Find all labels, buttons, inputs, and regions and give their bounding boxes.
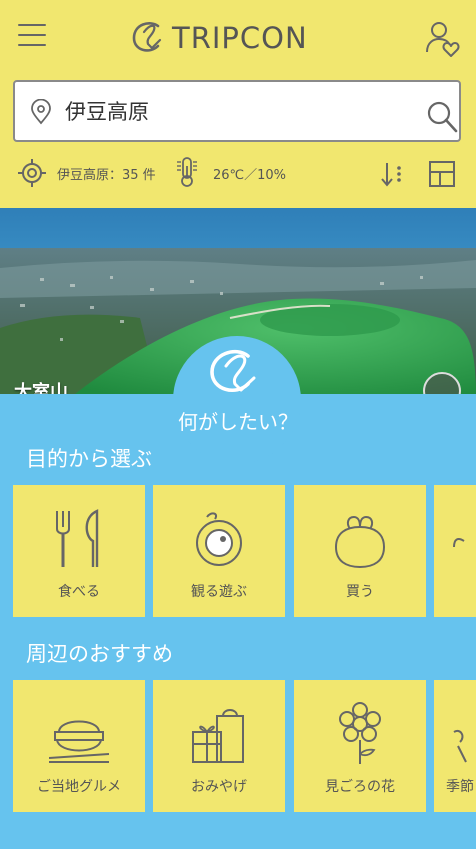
- logo: TRIPCON: [128, 18, 308, 58]
- status-row: 伊豆高原：35 件 26℃／10%: [0, 152, 476, 196]
- current-location-icon[interactable]: [17, 158, 47, 188]
- gift-bag-icon: [192, 709, 244, 763]
- location-pin-icon: [31, 99, 51, 125]
- card-buy[interactable]: 買う: [294, 485, 426, 617]
- card-label: 観る遊ぶ: [191, 584, 247, 600]
- section-title-nearby: 周辺のおすすめ: [26, 642, 173, 666]
- logo-text: TRIPCON: [172, 21, 308, 55]
- location-count: 伊豆高原：35 件: [57, 168, 156, 183]
- card-label: 食べる: [58, 584, 100, 600]
- search-input[interactable]: [65, 94, 395, 128]
- viewfinder-icon: [196, 512, 242, 566]
- partial-card-icon: [453, 730, 467, 763]
- thermometer-icon: [177, 157, 197, 187]
- tripcon-logo-mark-icon: [210, 349, 256, 393]
- search-icon[interactable]: [425, 99, 459, 135]
- partial-card-icon: [453, 538, 465, 548]
- card-label: 季節: [446, 779, 474, 795]
- sort-icon[interactable]: [380, 160, 404, 188]
- menu-icon[interactable]: [18, 24, 46, 48]
- fork-knife-icon: [56, 509, 99, 567]
- card-seasonal[interactable]: 季節: [434, 680, 476, 812]
- tripcon-logo-mark-icon: [132, 22, 162, 52]
- card-flowers[interactable]: 見ごろの花: [294, 680, 426, 812]
- card-souvenir[interactable]: おみやげ: [153, 680, 285, 812]
- card-label: 買う: [346, 584, 374, 600]
- card-more[interactable]: [434, 485, 476, 617]
- nearby-card-row: ご当地グルメ おみやげ 見ごろの花 季節: [13, 680, 476, 812]
- rice-bowl-icon: [49, 720, 109, 763]
- top-bar: TRIPCON: [0, 0, 476, 76]
- flower-icon: [339, 702, 381, 764]
- question-heading: 何がしたい？: [178, 410, 298, 434]
- user-icon[interactable]: [424, 18, 460, 58]
- card-eat[interactable]: 食べる: [13, 485, 145, 617]
- card-label: おみやげ: [191, 779, 247, 795]
- layout-toggle-icon[interactable]: [428, 160, 456, 188]
- card-label: ご当地グルメ: [37, 779, 121, 795]
- card-see-play[interactable]: 観る遊ぶ: [153, 485, 285, 617]
- weather-info: 26℃／10%: [213, 168, 287, 183]
- card-label: 見ごろの花: [325, 779, 395, 795]
- app-screen: TRIPCON 伊豆高原：35 件: [0, 0, 476, 849]
- purpose-card-row: 食べる 観る遊ぶ 買う: [13, 485, 476, 617]
- search-box: [13, 80, 461, 142]
- section-title-purpose: 目的から選ぶ: [26, 447, 152, 471]
- card-local-gourmet[interactable]: ご当地グルメ: [13, 680, 145, 812]
- purse-icon: [334, 515, 386, 569]
